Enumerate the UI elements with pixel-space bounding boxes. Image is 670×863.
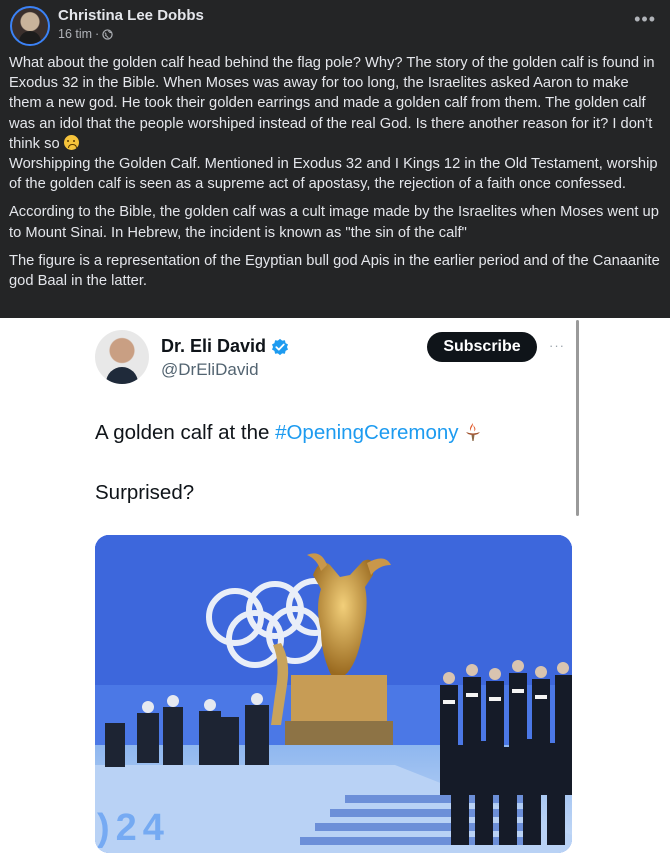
tweet-text-line-1: A golden calf at the #OpeningCeremony (95, 421, 482, 445)
shared-tweet-image[interactable]: Dr. Eli David @DrEliDavid Subscribe ··· … (0, 318, 670, 863)
ceremony-photo-illustration (95, 535, 572, 853)
hashtag-link: #OpeningCeremony (275, 421, 459, 444)
post-paragraph-1: What about the golden calf head behind t… (9, 55, 655, 152)
post-meta: 16 tim · (58, 27, 113, 41)
ceremony-photo: )24 (95, 535, 572, 853)
post-header: Christina Lee Dobbs 16 tim · ••• (10, 6, 660, 46)
sad-face-emoji-icon (63, 134, 79, 150)
tweet-author-avatar (95, 330, 149, 384)
subscribe-button: Subscribe (427, 332, 537, 362)
verified-badge-icon (272, 338, 289, 355)
more-horizontal-icon[interactable]: ••• (634, 10, 656, 28)
author-avatar[interactable] (10, 6, 50, 46)
post-body: What about the golden calf head behind t… (9, 53, 661, 291)
post-paragraph-2: Worshipping the Golden Calf. Mentioned i… (9, 156, 658, 193)
tweet-more-icon: ··· (549, 338, 565, 353)
tweet-author-handle: @DrEliDavid (161, 360, 259, 379)
tweet-text-line-2: Surprised? (95, 481, 195, 504)
facebook-post: Christina Lee Dobbs 16 tim · ••• What ab… (0, 0, 670, 318)
post-paragraph-4: The figure is a representation of the Eg… (9, 252, 660, 290)
globe-icon (102, 28, 113, 40)
post-paragraph-3: According to the Bible, the golden calf … (9, 204, 659, 241)
scrollbar (576, 320, 579, 516)
meta-separator: · (95, 27, 100, 41)
author-name[interactable]: Christina Lee Dobbs (58, 7, 204, 24)
photo-year-text: )24 (97, 807, 170, 849)
post-timestamp[interactable]: 16 tim (58, 27, 92, 41)
olympic-torch-icon (466, 423, 481, 441)
tweet-author-name: Dr. Eli David (161, 336, 289, 357)
